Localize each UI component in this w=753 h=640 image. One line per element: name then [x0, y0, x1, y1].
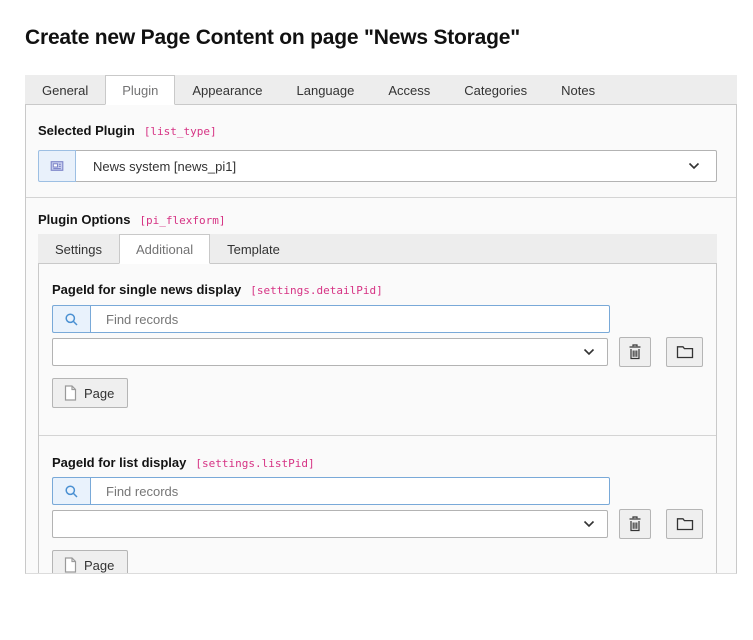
trash-icon: [628, 344, 642, 360]
detailpid-selected-row: [52, 337, 703, 367]
page-title: Create new Page Content on page "News St…: [25, 26, 753, 50]
page-button-label: Page: [84, 558, 114, 573]
listpid-selected-row: [52, 509, 703, 539]
page-button-label: Page: [84, 386, 114, 401]
listpid-label: PageId for list display: [52, 455, 186, 470]
flexform-tabbar: Settings Additional Template: [38, 234, 717, 264]
search-icon: [52, 305, 90, 333]
detailpid-search-group: [52, 305, 610, 333]
tab-appearance[interactable]: Appearance: [175, 75, 279, 105]
detailpid-search-input[interactable]: [90, 305, 610, 333]
page-icon: [64, 557, 77, 573]
add-page-record-button[interactable]: Page: [52, 378, 128, 408]
selected-plugin-select[interactable]: News system [news_pi1]: [76, 150, 717, 182]
additional-tab-panel: PageId for single news display [settings…: [38, 264, 717, 574]
main-tabbar: General Plugin Appearance Language Acces…: [25, 75, 737, 105]
chevron-down-icon: [583, 520, 595, 528]
selected-plugin-value: News system [news_pi1]: [93, 159, 236, 174]
plugin-options-field-code: [pi_flexform]: [139, 214, 225, 227]
tab-settings[interactable]: Settings: [38, 234, 119, 264]
tab-plugin[interactable]: Plugin: [105, 75, 175, 105]
chevron-down-icon: [688, 162, 700, 170]
selected-plugin-select-group: News system [news_pi1]: [38, 150, 717, 182]
tab-additional[interactable]: Additional: [119, 234, 210, 264]
folder-icon: [676, 345, 694, 359]
listpid-search-group: [52, 477, 610, 505]
selected-plugin-field-code: [list_type]: [144, 125, 217, 138]
tab-notes[interactable]: Notes: [544, 75, 612, 105]
add-page-record-button[interactable]: Page: [52, 550, 128, 574]
tab-language[interactable]: Language: [280, 75, 372, 105]
record-edit-form: General Plugin Appearance Language Acces…: [25, 75, 737, 574]
folder-icon: [676, 517, 694, 531]
search-icon: [52, 477, 90, 505]
detailpid-label: PageId for single news display: [52, 282, 241, 297]
tab-access[interactable]: Access: [371, 75, 447, 105]
trash-icon: [628, 516, 642, 532]
tab-general[interactable]: General: [25, 75, 105, 105]
remove-selected-button[interactable]: [619, 509, 651, 539]
listpid-search-input[interactable]: [90, 477, 610, 505]
section-divider: [26, 197, 736, 198]
remove-selected-button[interactable]: [619, 337, 651, 367]
selected-plugin-label: Selected Plugin: [38, 123, 135, 138]
listpid-field-code: [settings.listPid]: [195, 457, 314, 470]
listpid-selected-list[interactable]: [52, 510, 608, 538]
newspaper-icon: [38, 150, 76, 182]
chevron-down-icon: [583, 348, 595, 356]
field-divider: [39, 435, 716, 436]
page-icon: [64, 385, 77, 401]
tab-categories[interactable]: Categories: [447, 75, 544, 105]
plugin-tab-panel: Selected Plugin [list_type] News system …: [25, 105, 737, 574]
browse-records-button[interactable]: [666, 509, 703, 539]
plugin-options-label: Plugin Options: [38, 212, 130, 227]
browse-records-button[interactable]: [666, 337, 703, 367]
detailpid-field-code: [settings.detailPid]: [250, 284, 382, 297]
detailpid-selected-list[interactable]: [52, 338, 608, 366]
tab-template[interactable]: Template: [210, 234, 297, 264]
